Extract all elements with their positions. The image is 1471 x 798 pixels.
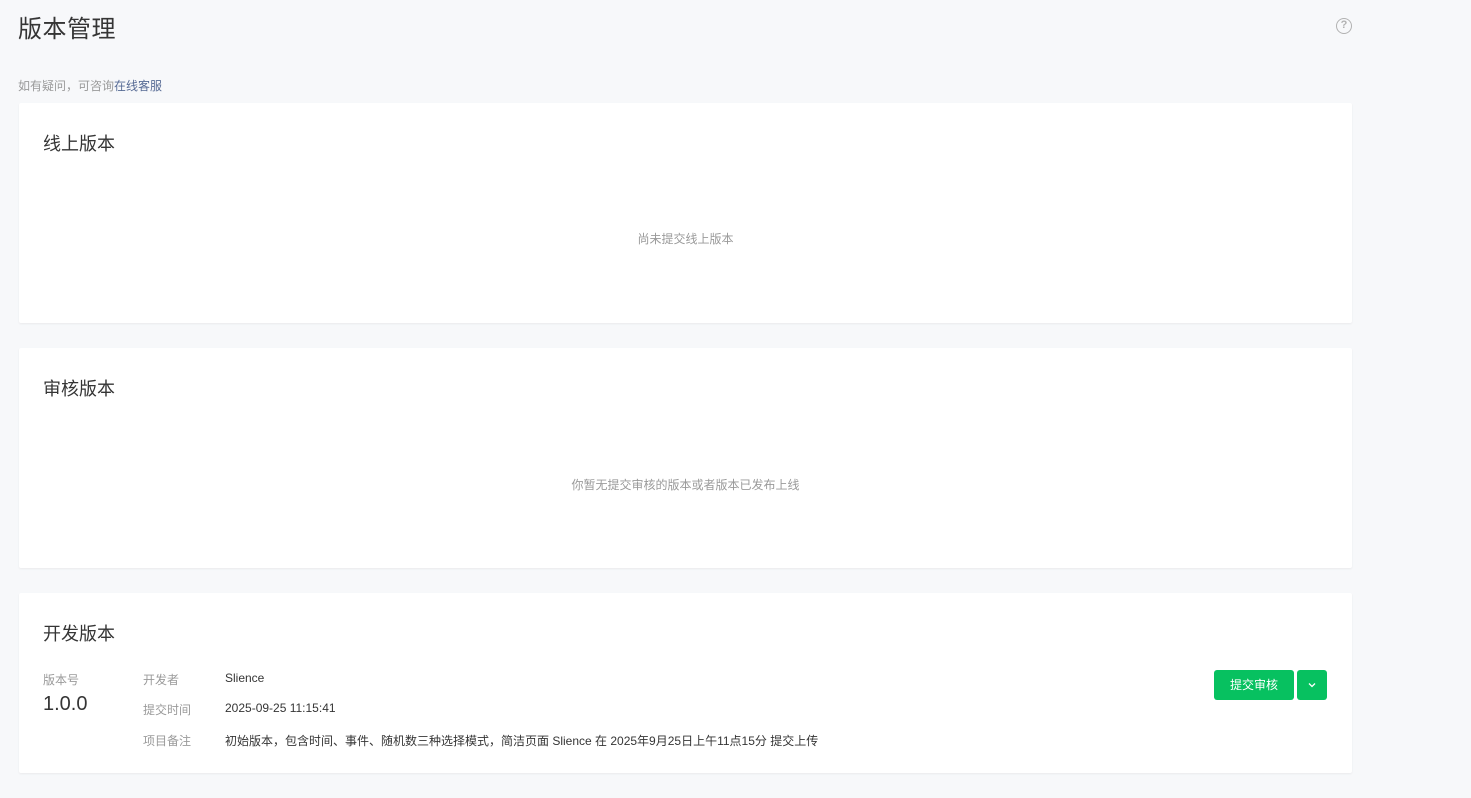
submit-time-value: 2025-09-25 11:15:41 <box>225 701 336 715</box>
developer-value: Slience <box>225 671 265 685</box>
review-version-empty-text: 你暂无提交审核的版本或者版本已发布上线 <box>571 478 800 492</box>
version-number-label: 版本号 <box>43 673 80 687</box>
review-version-card: 审核版本 你暂无提交审核的版本或者版本已发布上线 <box>19 348 1352 568</box>
online-version-title: 线上版本 <box>43 134 115 154</box>
question-circle-icon[interactable]: ? <box>1336 18 1352 34</box>
dev-version-card: 开发版本 版本号 1.0.0 开发者 Slience 提交时间 2025-09-… <box>19 593 1352 773</box>
developer-label: 开发者 <box>143 673 180 687</box>
dev-version-title: 开发版本 <box>43 624 115 644</box>
page-title: 版本管理 <box>18 16 116 43</box>
remark-value: 初始版本，包含时间、事件、随机数三种选择模式，简洁页面 Slience 在 20… <box>225 734 819 748</box>
chevron-down-icon <box>1308 683 1316 688</box>
remark-label: 项目备注 <box>143 734 192 748</box>
version-management-page: 版本管理 ? 如有疑问，可咨询在线客服 线上版本 尚未提交线上版本 审核版本 你… <box>0 0 1471 798</box>
review-version-title: 审核版本 <box>43 379 115 399</box>
submit-time-label: 提交时间 <box>143 703 192 717</box>
online-version-card: 线上版本 尚未提交线上版本 <box>19 103 1352 323</box>
hint-text: 如有疑问，可咨询 <box>18 79 115 93</box>
online-version-empty-text: 尚未提交线上版本 <box>637 232 734 246</box>
version-number-value: 1.0.0 <box>43 693 88 715</box>
online-service-link[interactable]: 在线客服 <box>114 79 162 93</box>
submit-review-button[interactable]: 提交审核 <box>1214 670 1294 700</box>
help-hint: 如有疑问，可咨询在线客服 <box>18 77 162 94</box>
more-actions-button[interactable] <box>1297 670 1327 700</box>
